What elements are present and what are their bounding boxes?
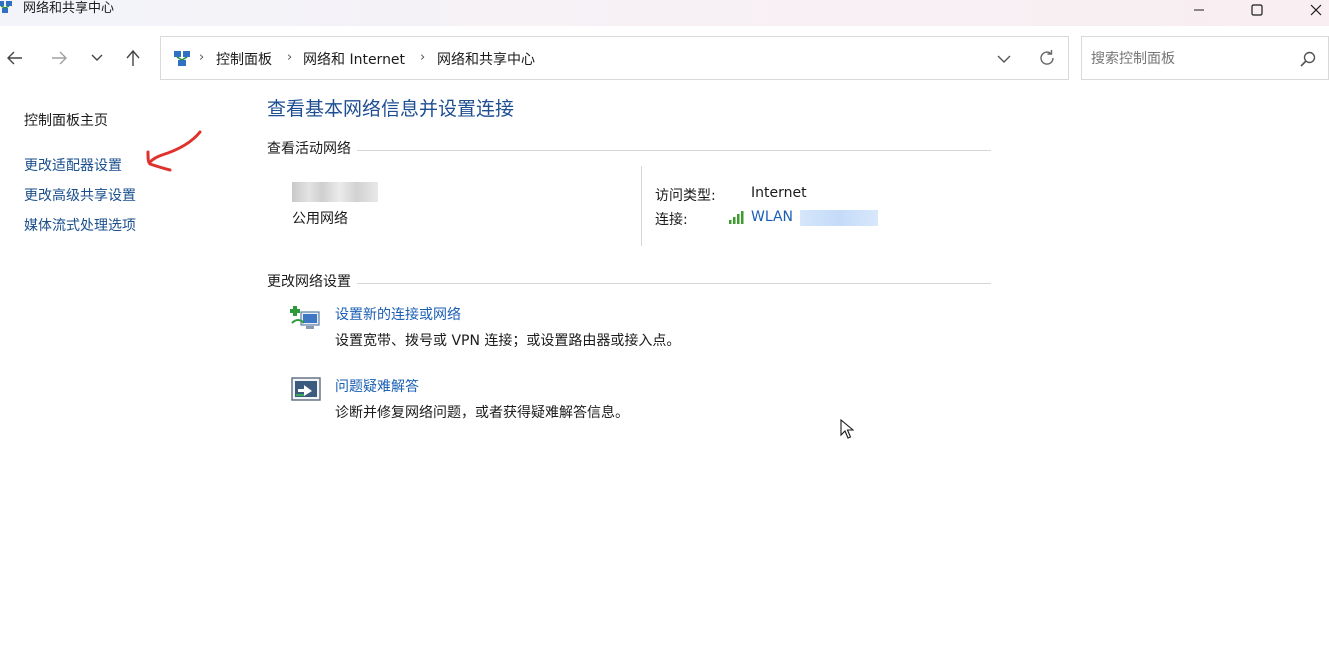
window-title: 网络和共享中心 xyxy=(23,1,115,16)
new-connection-icon xyxy=(290,306,320,329)
access-type-label: 访问类型: xyxy=(655,188,716,204)
section-divider xyxy=(267,283,991,284)
sidebar-item-advanced-sharing-settings[interactable]: 更改高级共享设置 xyxy=(24,185,136,205)
vertical-divider xyxy=(641,166,642,246)
page-title: 查看基本网络信息并设置连接 xyxy=(267,98,515,120)
search-box xyxy=(1081,36,1329,80)
forward-button[interactable] xyxy=(45,44,73,72)
minimize-icon xyxy=(1194,9,1204,11)
network-type-link[interactable]: 公用网络 xyxy=(292,208,348,228)
network-center-icon xyxy=(174,51,190,66)
breadcrumb-separator: › xyxy=(287,50,293,65)
troubleshoot-icon xyxy=(291,377,321,401)
refresh-icon xyxy=(1040,50,1054,65)
breadcrumb-control-panel[interactable]: 控制面板 xyxy=(216,49,272,69)
active-networks-heading: 查看活动网络 xyxy=(267,138,357,158)
sidebar-item-change-adapter-settings[interactable]: 更改适配器设置 xyxy=(24,155,122,175)
arrow-up-icon xyxy=(126,49,140,66)
breadcrumb-separator: › xyxy=(420,50,426,65)
annotation-arrow-icon xyxy=(146,130,202,172)
troubleshoot-description: 诊断并修复网络问题，或者获得疑难解答信息。 xyxy=(335,405,629,421)
arrow-right-icon xyxy=(52,51,67,65)
minimize-button[interactable] xyxy=(1176,0,1222,20)
refresh-button[interactable] xyxy=(1036,47,1058,69)
title-bar: 网络和共享中心 xyxy=(0,0,1329,26)
up-button[interactable] xyxy=(119,44,147,72)
breadcrumb-network-sharing-center[interactable]: 网络和共享中心 xyxy=(437,49,535,69)
sidebar-item-media-streaming-options[interactable]: 媒体流式处理选项 xyxy=(24,215,136,235)
breadcrumb-network-internet[interactable]: 网络和 Internet xyxy=(303,49,405,69)
recent-locations-button[interactable] xyxy=(83,44,111,72)
close-button[interactable] xyxy=(1293,0,1329,20)
wlan-name-redacted xyxy=(800,210,878,226)
address-bar[interactable]: › 控制面板 › 网络和 Internet › 网络和共享中心 xyxy=(160,36,1069,80)
maximize-icon xyxy=(1251,4,1263,16)
address-history-button[interactable] xyxy=(994,49,1014,69)
arrow-left-icon xyxy=(7,51,22,65)
connection-label: 连接: xyxy=(655,212,688,228)
chevron-down-icon xyxy=(997,55,1011,63)
back-button[interactable] xyxy=(1,44,29,72)
change-settings-heading: 更改网络设置 xyxy=(267,271,357,291)
setup-new-connection-description: 设置宽带、拨号或 VPN 连接；或设置路由器或接入点。 xyxy=(335,333,681,349)
maximize-button[interactable] xyxy=(1234,0,1280,20)
troubleshoot-link[interactable]: 问题疑难解答 xyxy=(335,376,419,396)
network-name-redacted xyxy=(292,182,378,202)
mouse-cursor-icon xyxy=(840,419,854,439)
wifi-signal-icon xyxy=(729,211,744,224)
setup-new-connection-link[interactable]: 设置新的连接或网络 xyxy=(335,304,461,324)
access-type-value: Internet xyxy=(751,185,807,201)
wlan-connection-link[interactable]: WLAN xyxy=(751,209,793,225)
search-icon[interactable] xyxy=(1299,50,1317,68)
close-icon xyxy=(1310,4,1322,16)
section-divider xyxy=(267,150,991,151)
breadcrumb-separator: › xyxy=(199,50,205,65)
chevron-down-icon xyxy=(91,54,103,61)
search-input[interactable] xyxy=(1091,48,1291,70)
network-center-icon xyxy=(0,1,12,13)
sidebar-control-panel-home[interactable]: 控制面板主页 xyxy=(24,110,108,130)
